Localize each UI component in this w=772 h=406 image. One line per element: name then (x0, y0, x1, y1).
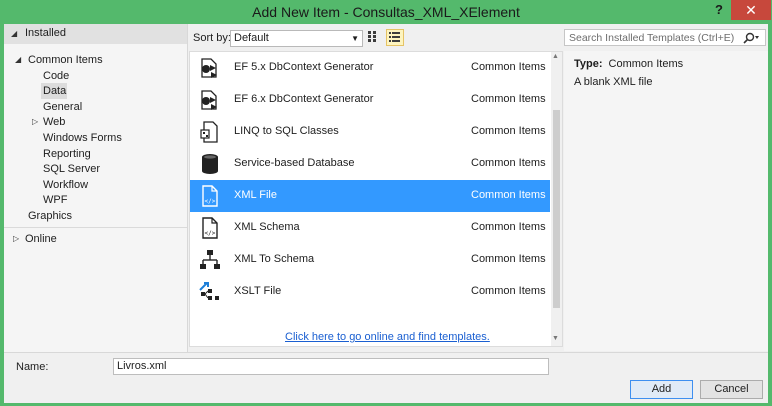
tree-online[interactable]: ▷ Online (4, 231, 187, 247)
tree-item-label: Graphics (28, 210, 73, 222)
svg-text:</>: </> (205, 198, 216, 205)
template-item[interactable]: LINQ to SQL Classes Common Items (190, 116, 550, 148)
sort-by-value: Default (234, 32, 269, 44)
scroll-down-arrow-icon[interactable]: ▼ (552, 335, 559, 342)
grid-view-icon (368, 31, 376, 42)
find-online-templates-link[interactable]: Click here to go online and find templat… (285, 331, 490, 343)
search-icon[interactable] (742, 32, 760, 44)
installed-label: Installed (25, 27, 66, 39)
details-type: Type: Common Items (574, 58, 683, 70)
details-type-label: Type: (574, 58, 603, 70)
tree-item-label: Code (43, 70, 70, 82)
xml-to-schema-icon (198, 248, 222, 272)
template-name: EF 5.x DbContext Generator (234, 61, 374, 73)
expanded-triangle-icon[interactable]: ◢ (11, 29, 17, 38)
template-name: LINQ to SQL Classes (234, 125, 339, 137)
title-bar: Add New Item - Consultas_XML_XElement ? … (0, 0, 772, 24)
search-placeholder: Search Installed Templates (Ctrl+E) (569, 32, 735, 44)
ef-generator-icon (198, 56, 222, 80)
template-item[interactable]: </> XML Schema Common Items (190, 212, 550, 244)
tree-item-label: Common Items (28, 54, 103, 66)
list-scrollbar[interactable]: ▲ ▼ (551, 52, 562, 346)
tree-divider (4, 227, 187, 228)
template-category: Common Items (471, 125, 546, 137)
close-button[interactable]: ✕ (731, 0, 771, 20)
window-title: Add New Item - Consultas_XML_XElement (252, 4, 520, 20)
template-category: Common Items (471, 61, 546, 73)
tree-item-label: Data (43, 85, 67, 97)
help-button[interactable]: ? (712, 0, 726, 22)
template-name: Service-based Database (234, 157, 355, 169)
template-name: XML File (234, 189, 277, 201)
xslt-file-icon (198, 280, 222, 304)
template-item[interactable]: XML To Schema Common Items (190, 244, 550, 276)
template-item[interactable]: XSLT File Common Items (190, 276, 550, 308)
template-name: EF 6.x DbContext Generator (234, 93, 374, 105)
template-item[interactable]: Service-based Database Common Items (190, 148, 550, 180)
tree-item-data[interactable]: Data (41, 83, 67, 99)
template-name: XML To Schema (234, 253, 315, 265)
template-category: Common Items (471, 93, 546, 105)
name-label: Name: (16, 361, 49, 373)
tree-item-label: Reporting (43, 148, 91, 160)
database-icon (198, 152, 222, 176)
tree-item-label: General (43, 101, 83, 113)
expanded-triangle-icon[interactable]: ◢ (15, 52, 21, 68)
name-field[interactable]: Livros.xml (113, 358, 549, 375)
template-category: Common Items (471, 285, 546, 297)
xml-file-icon: </> (198, 184, 222, 208)
linq-classes-icon (198, 120, 222, 144)
template-name: XML Schema (234, 221, 300, 233)
tree-item-label: Windows Forms (43, 132, 122, 144)
cancel-button[interactable]: Cancel (700, 380, 763, 399)
online-label: Online (25, 233, 57, 245)
template-category: Common Items (471, 189, 546, 201)
template-item[interactable]: EF 5.x DbContext Generator Common Items (190, 52, 550, 84)
collapsed-triangle-icon[interactable]: ▷ (32, 114, 38, 130)
svg-text:</>: </> (205, 230, 216, 237)
template-category: Common Items (471, 253, 546, 265)
add-new-item-dialog: Add New Item - Consultas_XML_XElement ? … (0, 0, 772, 406)
tree-item-label: Web (43, 116, 66, 128)
chevron-down-icon: ▼ (351, 34, 359, 43)
collapsed-triangle-icon[interactable]: ▷ (13, 231, 19, 247)
template-list: EF 5.x DbContext Generator Common Items EF… (189, 51, 563, 347)
dialog-body: ◢ Installed ◢ Common Items Code Data General… (4, 24, 768, 403)
tree-item-label: SQL Server (43, 163, 101, 175)
details-type-value: Common Items (608, 58, 684, 70)
template-name: XSLT File (234, 285, 282, 297)
sort-by-select[interactable]: Default ▼ (230, 30, 363, 47)
tree-installed-header[interactable]: ◢ Installed (4, 24, 187, 44)
template-category: Common Items (471, 157, 546, 169)
tree-item-label: Workflow (43, 179, 89, 191)
xml-schema-icon: </> (198, 216, 222, 240)
small-icons-view-button[interactable] (366, 29, 384, 46)
list-view-icon (389, 32, 400, 42)
template-item[interactable]: </> XML File Common Items (190, 180, 550, 212)
template-tree: ◢ Installed ◢ Common Items Code Data General… (4, 24, 188, 352)
sort-by-label: Sort by: (193, 32, 231, 44)
add-button[interactable]: Add (630, 380, 693, 399)
tree-item-label: WPF (43, 194, 68, 206)
template-item[interactable]: EF 6.x DbContext Generator Common Items (190, 84, 550, 116)
footer-bar: Name: Livros.xml Add Cancel (4, 352, 768, 403)
ef-generator-icon (198, 88, 222, 112)
details-description: A blank XML file (574, 76, 653, 88)
search-input[interactable]: Search Installed Templates (Ctrl+E) (564, 29, 766, 46)
scroll-up-arrow-icon[interactable]: ▲ (552, 53, 559, 60)
list-view-button[interactable] (386, 29, 404, 46)
scrollbar-thumb[interactable] (553, 110, 560, 308)
details-pane: Type: Common Items A blank XML file (564, 51, 768, 351)
template-category: Common Items (471, 221, 546, 233)
